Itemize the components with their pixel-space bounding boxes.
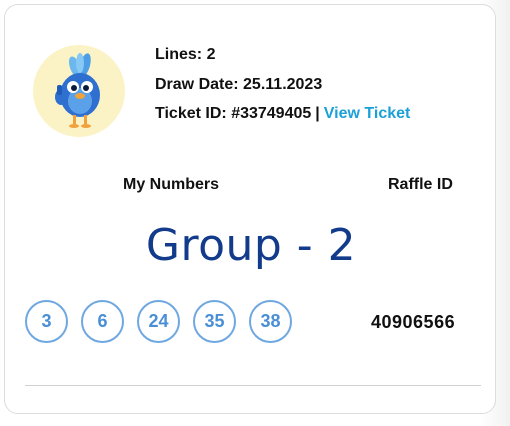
mascot-avatar-icon [33,45,125,137]
raffle-id-header: Raffle ID [388,176,453,193]
blue-bird-mascot-icon [55,53,100,128]
ticket-card: Lines: 2 Draw Date: 25.11.2023 Ticket ID… [4,4,496,414]
number-balls: 3 6 24 35 38 [25,300,305,343]
lines-label: Lines: [155,46,203,63]
draw-date-row: Draw Date: 25.11.2023 [155,70,410,100]
ticket-id-label: Ticket ID: [155,105,227,122]
number-ball: 35 [193,300,236,343]
lines-row: Lines: 2 [155,40,410,70]
ticket-id-value: #33749405 [231,105,312,122]
lines-value: 2 [206,46,216,63]
number-ball: 38 [249,300,292,343]
page: Lines: 2 Draw Date: 25.11.2023 Ticket ID… [0,0,510,426]
divider [25,385,481,386]
draw-date-label: Draw Date: [155,75,239,93]
ticket-info: Lines: 2 Draw Date: 25.11.2023 Ticket ID… [155,40,410,129]
raffle-id-value: 40906566 [371,312,456,332]
number-ball: 24 [137,300,180,343]
my-numbers-header: My Numbers [123,176,220,193]
draw-date-value: 25.11.2023 [243,75,323,93]
view-ticket-link[interactable]: View Ticket [324,105,411,122]
number-ball: 6 [81,300,124,343]
group-label: Group - 2 [145,220,357,271]
number-ball: 3 [25,300,68,343]
separator: | [315,105,320,122]
ticket-id-row: Ticket ID: #33749405 | View Ticket [155,99,410,129]
